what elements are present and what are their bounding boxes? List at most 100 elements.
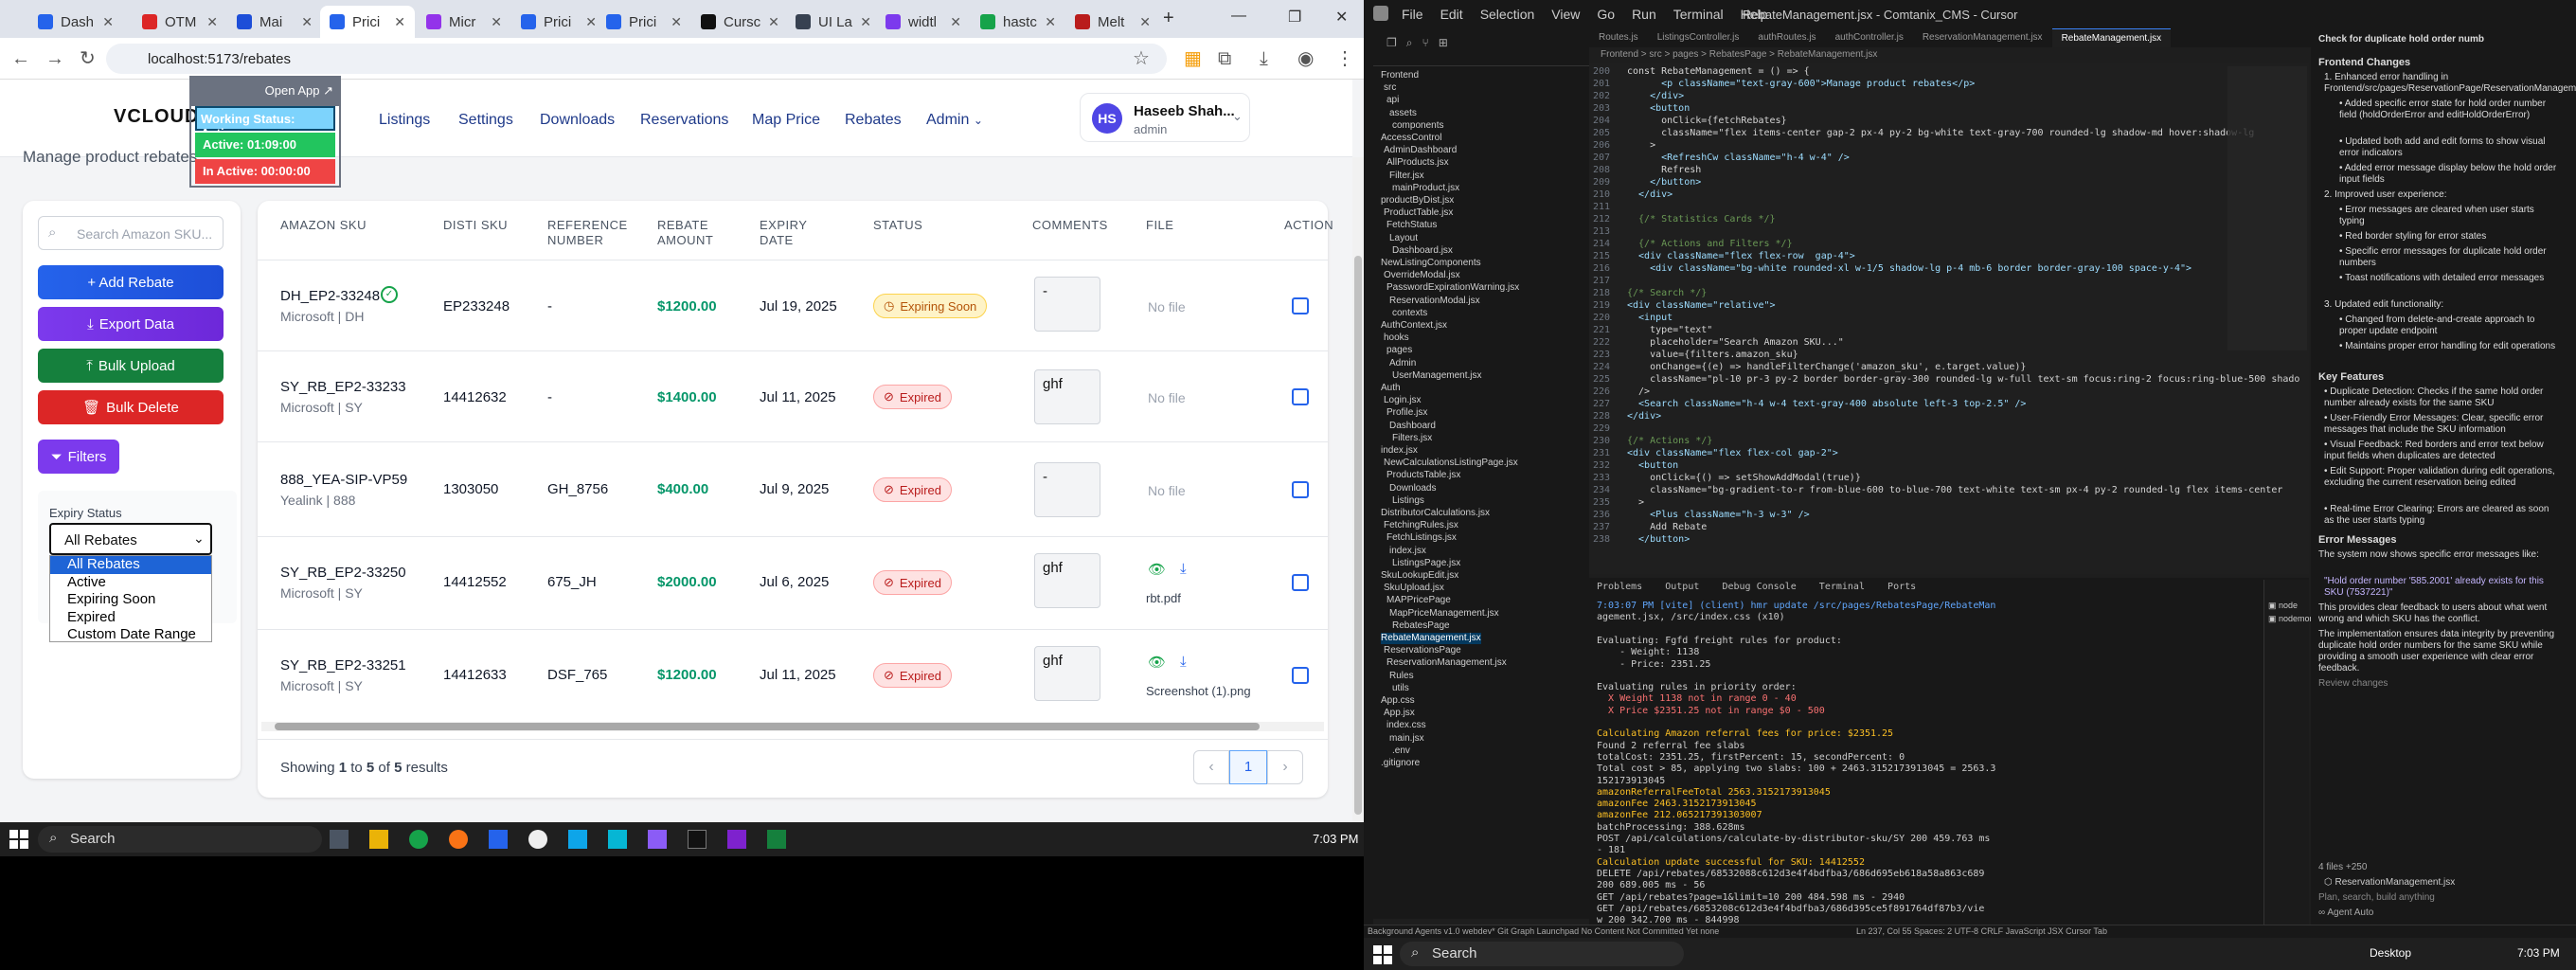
editor-tab[interactable]: authRoutes.js [1748, 28, 1825, 47]
open-app-button[interactable]: Open App ↗ [191, 78, 339, 106]
edit-icon[interactable] [1292, 574, 1309, 591]
browser-tab[interactable]: hastc ✕ [971, 6, 1065, 38]
edit-icon[interactable] [1292, 667, 1309, 684]
profile-icon[interactable]: ◉ [1297, 47, 1314, 70]
close-icon[interactable]: ✕ [102, 14, 114, 30]
edit-icon[interactable] [1292, 388, 1309, 405]
url-input[interactable]: localhost:5173/rebates [106, 44, 1167, 74]
windows-start-icon[interactable] [1373, 945, 1392, 964]
nav-reservations[interactable]: Reservations [640, 112, 728, 129]
extensions-icon[interactable]: ⊞ [1439, 36, 1448, 50]
explorer-item[interactable]: Rules [1389, 671, 1414, 682]
explorer-item[interactable]: App.css [1381, 695, 1415, 707]
maximize-icon[interactable]: ❐ [1288, 8, 1301, 27]
nav-map-price[interactable]: Map Price [752, 112, 820, 129]
explorer-item[interactable]: UserManagement.jsx [1392, 370, 1481, 382]
explorer-item[interactable]: SkuLookupEdit.jsx [1381, 570, 1458, 582]
new-tab-icon[interactable]: + [1163, 8, 1174, 29]
editor-tab[interactable]: Routes.js [1589, 28, 1648, 47]
browser-tab[interactable]: OTM ✕ [133, 6, 227, 38]
menu-terminal[interactable]: Terminal [1673, 7, 1724, 22]
close-icon[interactable]: ✕ [860, 14, 871, 30]
back-icon[interactable]: ← [11, 47, 30, 70]
explorer-item[interactable]: Filter.jsx [1389, 171, 1424, 182]
explorer-item[interactable]: ReservationManagement.jsx [1386, 657, 1507, 669]
windows-start-icon[interactable] [9, 830, 28, 849]
option-active[interactable]: Active [50, 574, 211, 592]
browser-tab-active[interactable]: Prici ✕ [320, 6, 415, 38]
explorer-item[interactable]: Downloads [1389, 483, 1436, 494]
forward-icon[interactable]: → [45, 47, 64, 70]
page-scrollbar-thumb[interactable] [1354, 256, 1362, 815]
bulk-upload-button[interactable]: ⤒ Bulk Upload [38, 349, 224, 383]
download-file-icon[interactable]: ⤓ [1180, 654, 1187, 670]
firefox-icon[interactable] [449, 830, 468, 849]
explorer-item[interactable]: App.jsx [1384, 708, 1415, 719]
explorer-item[interactable]: ListingsPage.jsx [1392, 558, 1460, 569]
explorer-item[interactable]: utils [1392, 683, 1409, 694]
minimize-icon[interactable]: — [1231, 8, 1246, 25]
app-icon[interactable] [648, 830, 667, 849]
column-header-amazon-sku[interactable]: AMAZON SKU [280, 218, 367, 233]
bookmark-star-icon[interactable]: ☆ [1133, 47, 1150, 70]
comment-field[interactable]: ghf [1034, 369, 1100, 424]
panel-tabs[interactable]: Problems Output Debug Console Terminal P… [1597, 582, 1916, 593]
close-icon[interactable]: ✕ [671, 14, 682, 30]
view-file-icon[interactable]: 👁 [1148, 654, 1166, 671]
close-icon[interactable]: ✕ [301, 14, 313, 30]
search-input[interactable]: ⌕ Search Amazon SKU... [38, 216, 224, 250]
explorer-item[interactable]: hooks [1384, 332, 1409, 344]
download-icon[interactable]: ⤓ [1260, 47, 1268, 70]
browser-tab[interactable]: UI La ✕ [786, 6, 881, 38]
explorer-item[interactable]: AdminDashboard [1384, 145, 1457, 156]
explorer-item[interactable]: FetchingRules.jsx [1384, 520, 1458, 531]
explorer-item[interactable]: NewCalculationsListingPage.jsx [1384, 458, 1518, 469]
add-rebate-button[interactable]: + Add Rebate [38, 265, 224, 299]
files-icon[interactable]: ❐ [1386, 36, 1397, 50]
menu-file[interactable]: File [1402, 7, 1423, 22]
prev-page-button[interactable]: ‹ [1193, 750, 1229, 784]
option-expired[interactable]: Expired [50, 609, 211, 627]
explorer-item[interactable]: PasswordExpirationWarning.jsx [1386, 282, 1519, 294]
nav-downloads[interactable]: Downloads [540, 112, 615, 129]
browser-tab[interactable]: Dash ✕ [28, 6, 123, 38]
chrome-icon[interactable] [409, 830, 428, 849]
reload-icon[interactable]: ↻ [80, 47, 96, 70]
explorer-item[interactable]: ReservationModal.jsx [1389, 296, 1480, 307]
editor-tab-active[interactable]: RebateManagement.jsx [2051, 28, 2172, 47]
minimap[interactable] [2227, 66, 2307, 350]
excel-icon[interactable] [767, 830, 786, 849]
column-header-action[interactable]: ACTION [1284, 218, 1333, 233]
close-icon[interactable]: ✕ [768, 14, 779, 30]
vscode-icon[interactable] [568, 830, 587, 849]
file-explorer-icon[interactable] [369, 830, 388, 849]
terminal-panel[interactable]: Problems Output Debug Console Terminal P… [1589, 578, 2309, 938]
explorer-item[interactable]: RebateManagement.jsx [1381, 633, 1481, 644]
close-icon[interactable]: ✕ [950, 14, 961, 30]
nav-rebates[interactable]: Rebates [845, 112, 902, 129]
close-icon[interactable]: ✕ [1045, 14, 1056, 30]
explorer-item[interactable]: mainProduct.jsx [1392, 183, 1459, 194]
column-header-reference[interactable]: REFERENCE NUMBER [547, 218, 628, 248]
editor-tab[interactable]: ListingsController.js [1648, 28, 1749, 47]
browser-tab[interactable]: Prici ✕ [511, 6, 606, 38]
column-header-disti-sku[interactable]: DISTI SKU [443, 218, 508, 233]
explorer-item[interactable]: assets [1389, 108, 1417, 119]
column-header-expiry-date[interactable]: EXPIRY DATE [760, 218, 807, 248]
explorer-item[interactable]: ProductTable.jsx [1384, 207, 1453, 219]
column-header-comments[interactable]: COMMENTS [1032, 218, 1108, 233]
code-editor[interactable]: 200 const RebateManagement = () => {201 <… [1589, 63, 2309, 574]
close-window-icon[interactable]: ✕ [1335, 8, 1348, 27]
comment-field[interactable]: ghf [1034, 553, 1100, 608]
browser-tab[interactable]: Mai ✕ [227, 6, 322, 38]
extension-icon[interactable]: ▦ [1184, 47, 1202, 70]
explorer-item[interactable]: pages [1386, 345, 1412, 356]
comment-field[interactable]: - [1034, 277, 1100, 332]
explorer-item[interactable]: index.css [1386, 720, 1426, 731]
row-file[interactable]: rbt.pdf [1146, 591, 1181, 605]
app-icon[interactable] [608, 830, 627, 849]
app-logo[interactable]: VCLOUD [114, 106, 199, 128]
explorer-item[interactable]: Admin [1389, 358, 1416, 369]
option-expiring-soon[interactable]: Expiring Soon [50, 591, 211, 609]
explorer-item[interactable]: Listings [1392, 495, 1424, 507]
